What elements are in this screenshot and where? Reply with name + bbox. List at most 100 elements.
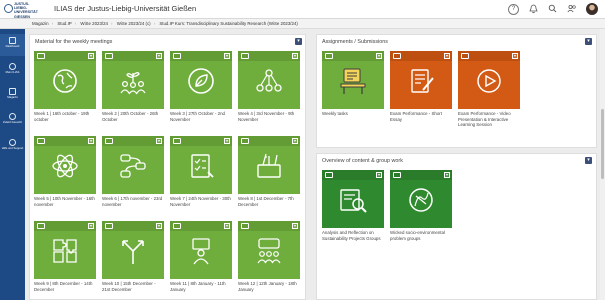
nav-hilfe[interactable]: Hilfe und Support xyxy=(0,136,25,158)
tile-actions-button[interactable]: ▾ xyxy=(156,53,162,59)
wicked-problem-icon xyxy=(409,188,433,212)
tile-image[interactable]: ▾ xyxy=(170,136,232,194)
tile-actions-button[interactable]: ▾ xyxy=(88,138,94,144)
folder-icon xyxy=(37,138,45,144)
tile-caption[interactable]: Week 11 | 8th January - 11th January xyxy=(170,281,232,292)
tile-actions-button[interactable]: ▾ xyxy=(292,223,298,229)
help-icon[interactable]: ? xyxy=(508,4,519,15)
tile-caption[interactable]: Exam Performance - Video Presentation & … xyxy=(458,111,520,128)
tile-actions-button[interactable]: ▾ xyxy=(376,53,382,59)
breadcrumb-item[interactable]: Stud.IP xyxy=(57,21,71,26)
tile-caption[interactable]: Week 8 | 1st December - 7th December xyxy=(238,196,300,207)
atom-icon xyxy=(52,154,78,178)
archive-icon xyxy=(9,88,16,95)
tile-actions-button[interactable]: ▾ xyxy=(88,223,94,229)
tile-image[interactable]: ▾ xyxy=(458,51,520,109)
breadcrumb-item[interactable]: Stud.IP Kurs: Transdisciplinary Sustaina… xyxy=(159,21,298,26)
tile-caption[interactable]: Week 1 | 16th october - 19th october xyxy=(34,111,96,122)
person-icon xyxy=(9,63,16,70)
tile-image[interactable]: ▾ xyxy=(102,221,164,279)
assignments-panel: Assignments / Submissions ▾ ▾ Weekly tas… xyxy=(316,34,597,148)
tile-caption[interactable]: Week 10 | 15th December - 21st December xyxy=(102,281,164,292)
tile-actions-button[interactable]: ▾ xyxy=(224,138,230,144)
tile-image[interactable]: ▾ xyxy=(390,170,452,228)
folder-icon xyxy=(241,53,249,59)
tile-image[interactable]: ▾ xyxy=(390,51,452,109)
folder-icon xyxy=(173,138,181,144)
tile-image[interactable]: ▾ xyxy=(322,170,384,228)
tile-actions-button[interactable]: ▾ xyxy=(292,53,298,59)
users-icon[interactable] xyxy=(566,4,577,15)
nav-mein-ilias[interactable]: Mein ILIAS xyxy=(0,60,25,82)
tile-image[interactable]: ▾ xyxy=(322,51,384,109)
folder-icon xyxy=(393,172,401,178)
tile-caption[interactable]: Week 5 | 10th November - 16th november xyxy=(34,196,96,207)
tile-image[interactable]: ▾ xyxy=(102,51,164,109)
breadcrumb-item[interactable]: WiSe 2023/24 (c) xyxy=(117,21,151,26)
folder-icon xyxy=(461,53,469,59)
tile-caption[interactable]: Week 6 | 17th november - 23rd november xyxy=(102,196,164,207)
merge-arrows-icon xyxy=(122,240,144,264)
page-scrollbar[interactable] xyxy=(600,29,605,300)
panel-title: Overview of content & group work xyxy=(322,158,403,164)
tile-caption[interactable]: Exam Performance - Short Essay xyxy=(390,111,452,122)
nav-label: Hilfe und Support xyxy=(1,146,24,150)
breadcrumb-item[interactable]: WiSe 2023/24 xyxy=(80,21,108,26)
panel-actions-button[interactable]: ▾ xyxy=(295,38,302,45)
tile-caption[interactable]: Week 12 | 12th January - 18th January xyxy=(238,281,300,292)
tile-image[interactable]: ▾ xyxy=(238,136,300,194)
tile-image[interactable]: ▾ xyxy=(238,221,300,279)
university-logo[interactable]: JUSTUS-LIEBIG-UNIVERSITÄT GIESSEN xyxy=(3,1,38,19)
tile-actions-button[interactable]: ▾ xyxy=(292,138,298,144)
tile-image[interactable]: ▾ xyxy=(170,221,232,279)
tile-actions-button[interactable]: ▾ xyxy=(224,223,230,229)
network-icon xyxy=(256,69,282,92)
panel-actions-button[interactable]: ▾ xyxy=(585,38,592,45)
tile-actions-button[interactable]: ▾ xyxy=(512,53,518,59)
tile-actions-button[interactable]: ▾ xyxy=(88,53,94,59)
tile-image[interactable]: ▾ xyxy=(34,136,96,194)
tile-image[interactable]: ▾ xyxy=(170,51,232,109)
folder-icon xyxy=(37,223,45,229)
tile-actions-button[interactable]: ▾ xyxy=(444,53,450,59)
panel-actions-button[interactable]: ▾ xyxy=(585,157,592,164)
tile-caption[interactable]: Week 3 | 27th October - 2nd November xyxy=(170,111,232,122)
tile-actions-button[interactable]: ▾ xyxy=(444,172,450,178)
tile-caption[interactable]: Week 4 | 3rd November - 9th November xyxy=(238,111,300,122)
folder-icon xyxy=(241,223,249,229)
tile-caption[interactable]: Week 2 | 20th October - 26th October xyxy=(102,111,164,122)
panel-title: Material for the weekly meetings xyxy=(35,39,113,45)
search-icon[interactable] xyxy=(547,4,558,15)
tile-caption[interactable]: Analysis and Reflection on Sustainabilit… xyxy=(322,230,384,241)
avatar[interactable] xyxy=(586,3,598,15)
nav-dashboard[interactable]: Dashboard xyxy=(0,34,25,56)
tile-actions-button[interactable]: ▾ xyxy=(224,53,230,59)
tile-image[interactable]: ▾ xyxy=(34,221,96,279)
tile-caption[interactable]: Wicked socio-environmental problem group… xyxy=(390,230,452,241)
tile-image[interactable]: ▾ xyxy=(102,136,164,194)
logo-text: JUSTUS-LIEBIG-UNIVERSITÄT GIESSEN xyxy=(14,2,38,19)
tile-caption[interactable]: Week 9 | 8th December - 14th December xyxy=(34,281,96,292)
app-title: ILIAS der Justus-Liebig-Universität Gieß… xyxy=(54,4,197,13)
breadcrumb: Magazin › Stud.IP › WiSe 2023/24 › WiSe 202… xyxy=(32,20,298,26)
meeting-icon xyxy=(192,238,210,265)
tile-caption[interactable]: Week 7 | 24th November - 30th November xyxy=(170,196,232,207)
dashboard-icon xyxy=(9,37,16,44)
video-icon xyxy=(477,69,501,93)
scrollbar-thumb[interactable] xyxy=(601,109,604,179)
tile-actions-button[interactable]: ▾ xyxy=(156,138,162,144)
bell-icon[interactable] xyxy=(528,4,539,15)
tile-actions-button[interactable]: ▾ xyxy=(376,172,382,178)
tile-caption[interactable]: Weekly tasks xyxy=(322,111,384,117)
folder-icon xyxy=(393,53,401,59)
checklist-icon xyxy=(191,154,214,178)
essay-icon xyxy=(411,69,434,93)
breadcrumb-item[interactable]: Magazin xyxy=(32,21,49,26)
tile-actions-button[interactable]: ▾ xyxy=(156,223,162,229)
nav-magazin[interactable]: Magazin xyxy=(0,85,25,107)
tile-image[interactable]: ▾ xyxy=(238,51,300,109)
nav-zuletzt-besucht[interactable]: Zuletzt besucht xyxy=(0,110,25,132)
tile-image[interactable]: ▾ xyxy=(34,51,96,109)
desk-icon xyxy=(340,68,366,94)
plant-people-icon xyxy=(120,72,146,95)
